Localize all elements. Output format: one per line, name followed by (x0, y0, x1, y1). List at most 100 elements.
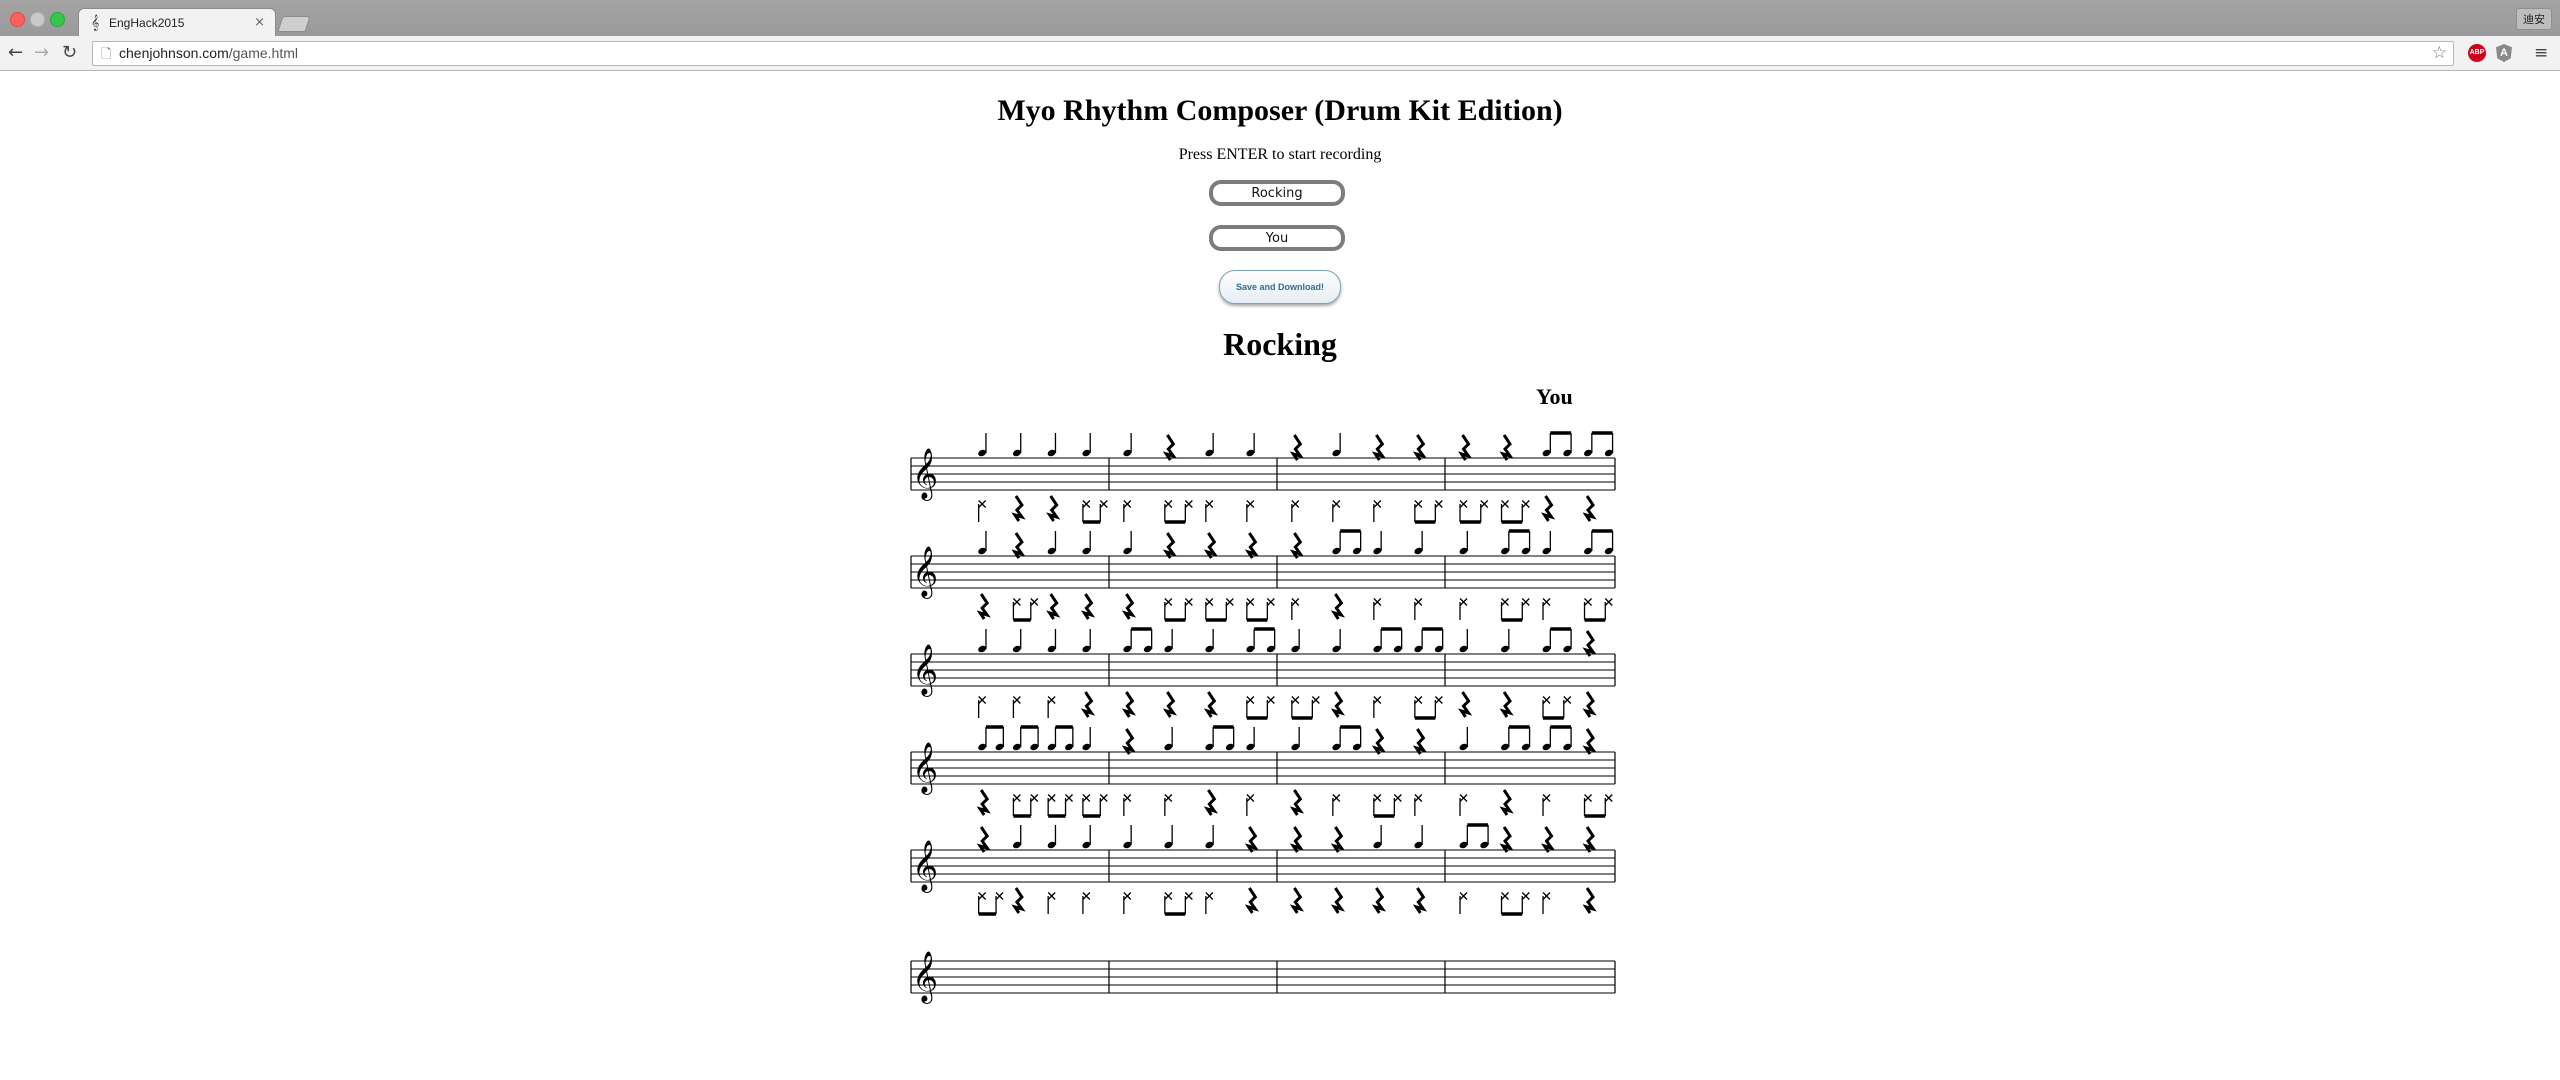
x-note-head (1584, 794, 1592, 802)
x-note-head (978, 500, 987, 508)
x-note-head (1246, 794, 1255, 802)
x-note-head (1414, 794, 1423, 802)
x-note-head (978, 892, 987, 900)
x-note-head (1291, 598, 1300, 606)
x-note-head (1082, 500, 1091, 508)
staff-system: 𝄞 (910, 823, 1616, 916)
quarter-rest (1289, 532, 1305, 559)
quarter-rest (1330, 887, 1346, 914)
quarter-rest (1244, 532, 1260, 559)
x-note-head (1521, 500, 1530, 508)
quarter-rest (1330, 826, 1346, 853)
x-note-head (1164, 500, 1173, 508)
x-note-head (1373, 696, 1382, 704)
x-note-head (1082, 892, 1091, 900)
quarter-rest (1011, 887, 1026, 914)
x-note-head (1123, 500, 1132, 508)
quarter-rest (1203, 532, 1219, 559)
x-note-head (1047, 892, 1056, 900)
quarter-rest (1011, 495, 1026, 522)
quarter-rest (976, 789, 991, 816)
x-note-head (1099, 500, 1108, 508)
x-note-head (1373, 794, 1382, 802)
quarter-rest (1289, 826, 1305, 853)
x-note-head (1584, 598, 1592, 606)
x-note-head (1291, 500, 1300, 508)
x-note-head (1480, 500, 1489, 508)
quarter-rest (1046, 495, 1061, 522)
x-note-head (1184, 892, 1193, 900)
quarter-rest (1582, 887, 1597, 914)
x-note-head (1030, 598, 1039, 606)
staff-system: 𝄞 (910, 725, 1616, 818)
quarter-rest (1371, 728, 1387, 755)
quarter-rest (1582, 728, 1597, 755)
treble-clef-icon: 𝄞 (912, 448, 938, 501)
x-note-head (1225, 598, 1234, 606)
x-note-head (1012, 794, 1021, 802)
x-note-head (1246, 696, 1255, 704)
treble-clef-icon: 𝄞 (912, 742, 938, 795)
x-note-head (1542, 696, 1551, 704)
quarter-rest (1244, 826, 1260, 853)
quarter-rest (1582, 630, 1597, 657)
x-note-head (1332, 794, 1341, 802)
quarter-rest (1289, 887, 1305, 914)
x-note-head (1332, 500, 1341, 508)
x-note-head (1373, 500, 1382, 508)
x-note-head (1123, 892, 1132, 900)
staff-system: 𝄞 (910, 431, 1616, 524)
quarter-rest (1582, 495, 1597, 522)
x-note-head (1099, 794, 1108, 802)
quarter-rest (1458, 434, 1473, 461)
quarter-rest (1330, 593, 1346, 620)
x-note-head (1459, 794, 1468, 802)
quarter-rest (1162, 532, 1178, 559)
x-note-head (1164, 892, 1173, 900)
quarter-rest (1499, 691, 1514, 718)
quarter-rest (1371, 434, 1387, 461)
x-note-head (1205, 598, 1214, 606)
treble-clef-icon: 𝄞 (912, 951, 938, 1004)
x-note-head (1047, 794, 1056, 802)
quarter-rest (1203, 691, 1219, 718)
x-note-head (1542, 794, 1551, 802)
x-note-head (1459, 598, 1468, 606)
treble-clef-icon: 𝄞 (912, 546, 938, 599)
x-note-head (1373, 598, 1382, 606)
x-note-head (1266, 598, 1275, 606)
x-note-head (1393, 794, 1402, 802)
quarter-rest (1244, 887, 1260, 914)
x-note-head (1123, 794, 1132, 802)
x-note-head (1205, 892, 1214, 900)
quarter-rest (1541, 826, 1556, 853)
x-note-head (1012, 696, 1021, 704)
quarter-rest (1412, 434, 1428, 461)
quarter-rest (1080, 691, 1096, 718)
x-note-head (1311, 696, 1320, 704)
x-note-head (1065, 794, 1073, 802)
quarter-rest (1203, 789, 1219, 816)
x-note-head (1604, 794, 1613, 802)
quarter-rest (1121, 691, 1137, 718)
x-note-head (1246, 598, 1255, 606)
treble-clef-icon: 𝄞 (912, 644, 938, 697)
x-note-head (1164, 794, 1173, 802)
x-note-head (995, 892, 1004, 900)
quarter-rest (1330, 691, 1346, 718)
quarter-rest (1080, 593, 1096, 620)
x-note-head (1047, 696, 1056, 704)
music-score: 𝄞 𝄞 𝄞 𝄞 𝄞 𝄞 (910, 431, 1616, 1004)
x-note-head (1604, 598, 1613, 606)
x-note-head (1563, 696, 1572, 704)
quarter-rest (1162, 691, 1178, 718)
quarter-rest (1011, 532, 1026, 559)
x-note-head (1291, 696, 1300, 704)
x-note-head (1164, 598, 1173, 606)
quarter-rest (1499, 434, 1514, 461)
quarter-rest (976, 593, 991, 620)
treble-clef-icon: 𝄞 (912, 840, 938, 893)
quarter-rest (1582, 826, 1597, 853)
x-note-head (1184, 598, 1193, 606)
quarter-rest (1412, 728, 1428, 755)
